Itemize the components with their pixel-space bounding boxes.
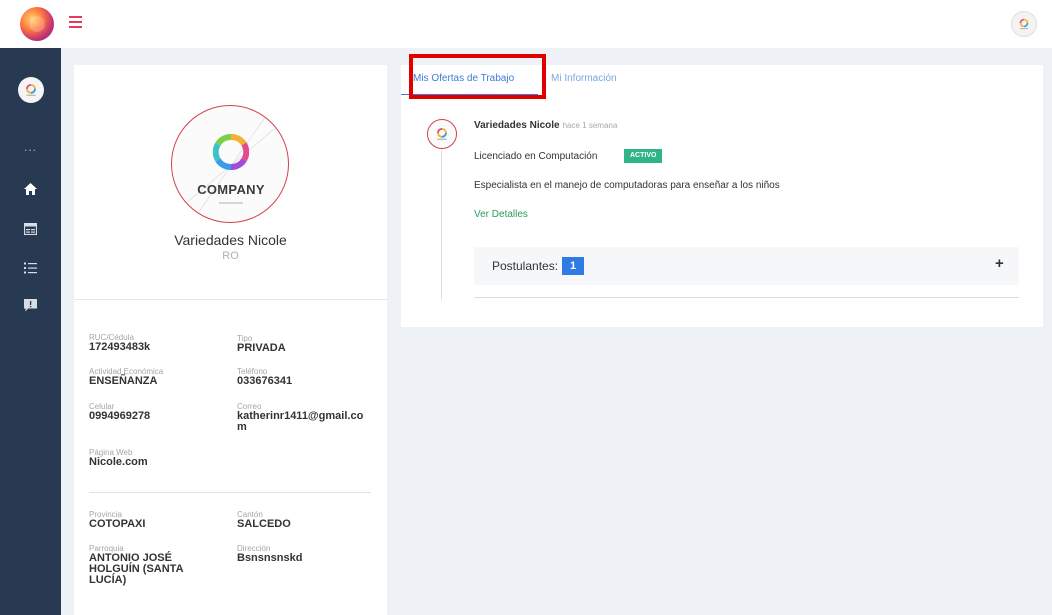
sidebar-item-home[interactable]: [20, 179, 40, 199]
post-avatar: [427, 119, 457, 149]
field-direccion: Dirección Bsnsnsnskd: [237, 544, 377, 564]
profile-name: Variedades Nicole: [174, 232, 287, 248]
profile-code: RO: [222, 250, 239, 262]
ver-detalles-link[interactable]: Ver Detalles: [474, 209, 528, 220]
sidebar-item-list[interactable]: [20, 258, 40, 278]
company-logo: COMPANY: [171, 105, 289, 223]
user-avatar[interactable]: [1011, 11, 1037, 37]
company-ring-icon: [213, 134, 249, 170]
field-telefono: Teléfono 033676341: [237, 367, 377, 387]
field-value: COTOPAXI: [89, 518, 146, 530]
sidebar-avatar[interactable]: [18, 77, 44, 103]
company-avatar-icon: [437, 127, 447, 140]
tab-mis-ofertas[interactable]: Mis Ofertas de Trabajo: [413, 65, 514, 95]
field-parroquia: Parroquia ANTONIO JOSÉ HOLGUÍN (SANTA LU…: [89, 544, 199, 586]
message-alert-icon: [23, 298, 37, 311]
field-correo: Correo katherinr1411@gmail.com: [237, 402, 373, 433]
sidebar-item-card[interactable]: [20, 219, 40, 239]
field-value: SALCEDO: [237, 518, 291, 530]
post-title: Licenciado en Computación: [474, 151, 598, 162]
field-ruc: RUC/Cédula 172493483k: [89, 333, 229, 353]
field-tipo: Tipo PRIVADA: [237, 334, 377, 354]
field-actividad: Actividad Económica ENSEÑANZA: [89, 367, 229, 387]
post-author-line: Variedades Nicole hace 1 semana: [474, 120, 617, 131]
home-icon: [23, 183, 37, 195]
post-time: hace 1 semana: [562, 121, 618, 130]
field-web: Página Web Nicole.com: [89, 448, 229, 468]
post-divider: [474, 297, 1019, 298]
applicants-count-badge: 1: [562, 257, 584, 275]
status-badge: ACTIVO: [624, 149, 663, 163]
field-value: 172493483k: [89, 341, 151, 353]
company-avatar-icon: [26, 83, 36, 96]
field-value: 033676341: [237, 375, 293, 387]
applicants-accordion[interactable]: Postulantes: 1 +: [474, 247, 1019, 285]
field-value: katherinr1411@gmail.com: [237, 410, 364, 433]
section-divider: [89, 492, 371, 493]
field-value: Nicole.com: [89, 456, 148, 468]
card-icon: [23, 223, 37, 235]
top-bar: [0, 0, 1052, 48]
active-tab-underline: [401, 94, 538, 95]
expand-plus-icon[interactable]: +: [995, 255, 1004, 272]
applicants-label: Postulantes:: [492, 259, 559, 273]
tab-mi-informacion[interactable]: Mi Información: [551, 65, 617, 95]
company-logo-text: COMPANY: [197, 182, 265, 197]
field-value: ANTONIO JOSÉ HOLGUÍN (SANTA LUCÍA): [89, 552, 184, 586]
field-canton: Cantón SALCEDO: [237, 510, 377, 530]
kids-logo-icon[interactable]: [20, 7, 54, 41]
field-value: PRIVADA: [237, 342, 286, 354]
company-avatar-icon: [1019, 18, 1029, 30]
sidebar-item-messages[interactable]: [20, 295, 40, 315]
post-description: Especialista en el manejo de computadora…: [474, 180, 780, 191]
post-author: Variedades Nicole: [474, 120, 560, 131]
sidebar: ...: [0, 48, 61, 615]
hamburger-icon[interactable]: [69, 13, 87, 33]
profile-card: COMPANY Variedades Nicole RO RUC/Cédula …: [74, 65, 387, 615]
timeline-line: [441, 148, 442, 300]
card-divider: [74, 299, 387, 300]
field-provincia: Provincia COTOPAXI: [89, 510, 229, 530]
offers-panel: Mis Ofertas de Trabajo Mi Información: [401, 65, 1043, 327]
sidebar-dots: ...: [23, 140, 37, 154]
field-value: Bsnsnsnskd: [237, 552, 303, 564]
list-icon: [23, 262, 37, 274]
field-celular: Celular 0994969278: [89, 402, 229, 422]
field-value: 0994969278: [89, 410, 151, 422]
field-value: ENSEÑANZA: [89, 375, 158, 387]
